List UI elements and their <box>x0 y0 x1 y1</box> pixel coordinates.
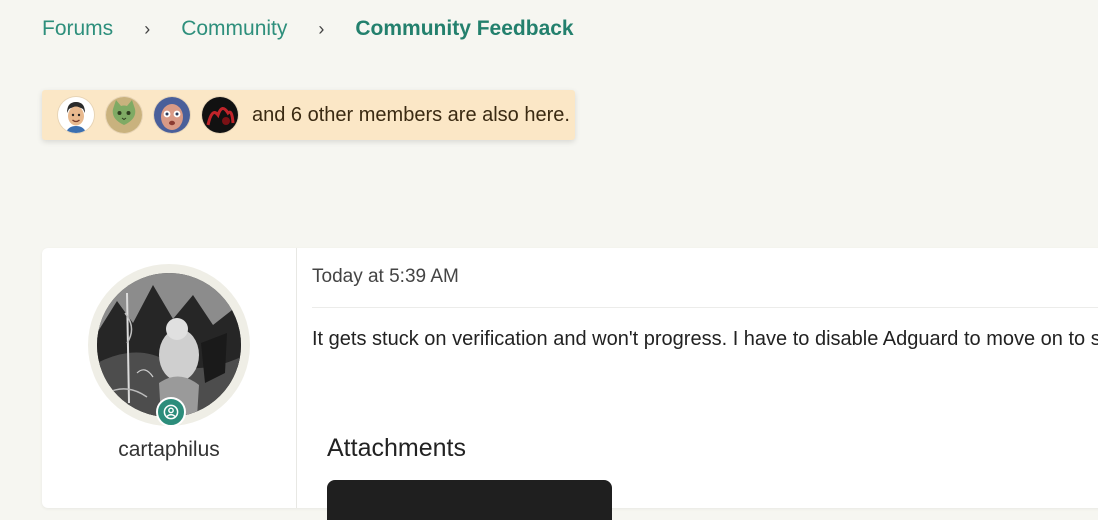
dark-red-avatar-icon[interactable] <box>202 97 238 133</box>
post-user-cell: cartaphilus <box>42 248 297 508</box>
post-message-cell: Today at 5:39 AM It gets stuck on verifi… <box>297 248 1098 520</box>
members-here-notice: and 6 other members are also here. <box>42 90 575 140</box>
chevron-right-icon: › <box>144 18 151 39</box>
engraving-avatar-image <box>97 273 241 417</box>
user-circle-icon <box>156 397 186 427</box>
attachment-thumbnail[interactable] <box>327 480 612 520</box>
post-card: cartaphilus Today at 5:39 AM It gets stu… <box>42 248 1098 520</box>
post-body: It gets stuck on verification and won't … <box>312 328 1098 350</box>
bitmoji-avatar-icon[interactable] <box>58 97 94 133</box>
breadcrumb-community[interactable]: Community <box>181 17 287 41</box>
breadcrumb: Forums › Community › Community Feedback <box>42 14 574 44</box>
attachments-heading: Attachments <box>327 434 466 462</box>
face-photo-avatar-icon[interactable] <box>154 97 190 133</box>
members-here-text: and 6 other members are also here. <box>252 103 570 126</box>
user-avatar[interactable] <box>88 264 250 427</box>
breadcrumb-community-feedback[interactable]: Community Feedback <box>355 17 573 41</box>
chevron-right-icon: › <box>318 18 325 39</box>
post-divider <box>312 307 1098 308</box>
breadcrumb-forums[interactable]: Forums <box>42 17 113 41</box>
green-cat-avatar-icon[interactable] <box>106 97 142 133</box>
post-username[interactable]: cartaphilus <box>42 438 296 462</box>
post-timestamp[interactable]: Today at 5:39 AM <box>312 266 459 288</box>
